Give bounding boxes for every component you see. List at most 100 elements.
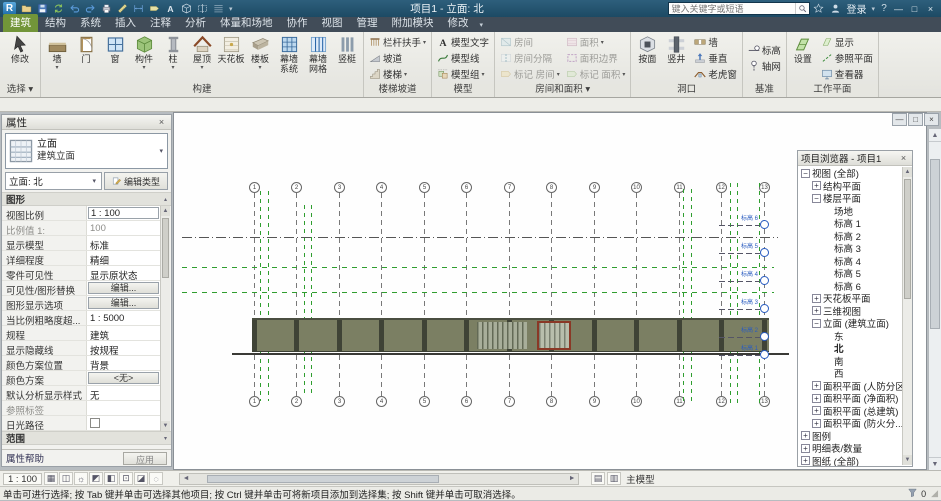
tool-modify[interactable]: 修改 bbox=[2, 33, 38, 83]
shadows-icon[interactable]: ◩ bbox=[89, 472, 103, 485]
tool-stair[interactable]: 楼梯▾ bbox=[366, 66, 429, 82]
grid-line[interactable] bbox=[509, 193, 510, 396]
tree-item[interactable]: −立面 (建筑立面) bbox=[798, 317, 902, 330]
close-button[interactable]: × bbox=[923, 2, 938, 15]
vertical-scroll-thumb[interactable] bbox=[930, 159, 940, 329]
tree-item[interactable]: 场地 bbox=[798, 205, 902, 218]
tree-item[interactable]: +面积平面 (防火分...) bbox=[798, 417, 902, 430]
grid-bubble[interactable]: 7 bbox=[504, 182, 515, 193]
tree-item[interactable]: +图纸 (全部) bbox=[798, 455, 902, 467]
level-label[interactable]: 标高 6 bbox=[716, 216, 758, 223]
tool-level[interactable]: 标高 bbox=[745, 42, 784, 58]
tool-curtain-grid[interactable]: 幕墙 网格 bbox=[304, 33, 332, 83]
grid-bubble[interactable]: 13 bbox=[759, 182, 770, 193]
grid-line[interactable] bbox=[679, 193, 680, 396]
expand-icon[interactable]: + bbox=[801, 456, 810, 465]
browser-scroll-down-icon[interactable]: ▼ bbox=[903, 455, 912, 465]
tree-item[interactable]: +图例 bbox=[798, 430, 902, 443]
star-icon[interactable] bbox=[811, 2, 827, 15]
collapse-icon[interactable]: − bbox=[812, 319, 821, 328]
search-icon[interactable] bbox=[795, 3, 809, 14]
grid-bubble[interactable]: 3 bbox=[334, 182, 345, 193]
resize-grip[interactable]: ◢ bbox=[931, 488, 938, 499]
grid-bubble[interactable]: 1 bbox=[249, 396, 260, 407]
property-parts-visibility-value[interactable]: 显示原状态 bbox=[88, 267, 159, 282]
tool-curtain-system[interactable]: 幕墙 系统 bbox=[275, 33, 303, 83]
grid-bubble[interactable]: 12 bbox=[716, 182, 727, 193]
tree-item[interactable]: +三维视图 bbox=[798, 305, 902, 318]
login-caret-icon[interactable]: ▾ bbox=[870, 5, 878, 13]
tab-insert[interactable]: 插入 bbox=[108, 14, 143, 32]
tool-ramp[interactable]: 坡道 bbox=[366, 50, 429, 66]
grid-bubble[interactable]: 9 bbox=[589, 182, 600, 193]
project-browser-scrollbar[interactable]: ▲ ▼ bbox=[902, 167, 912, 465]
tool-model-group[interactable]: 模型组▾ bbox=[434, 66, 492, 82]
tree-item[interactable]: 南 bbox=[798, 355, 902, 368]
property-hide-at-scales-value[interactable]: 1 : 5000 bbox=[88, 312, 159, 324]
grid-line[interactable] bbox=[721, 193, 722, 396]
grid-line[interactable] bbox=[466, 193, 467, 396]
grid-line[interactable] bbox=[636, 193, 637, 396]
level-head-icon[interactable] bbox=[760, 332, 769, 341]
grid-bubble[interactable]: 6 bbox=[461, 396, 472, 407]
level-head-icon[interactable] bbox=[760, 304, 769, 313]
expand-icon[interactable]: + bbox=[812, 406, 821, 415]
search-input[interactable] bbox=[669, 3, 795, 14]
tree-item[interactable]: +面积平面 (人防分区) bbox=[798, 380, 902, 393]
grid-line[interactable] bbox=[594, 193, 595, 396]
grid-bubble[interactable]: 5 bbox=[419, 182, 430, 193]
collapse-icon[interactable]: − bbox=[812, 194, 821, 203]
level-head-icon[interactable] bbox=[760, 276, 769, 285]
grid-bubble[interactable]: 2 bbox=[291, 396, 302, 407]
tab-modify[interactable]: 修改 bbox=[441, 14, 476, 32]
user-icon[interactable] bbox=[828, 2, 844, 15]
browser-scroll-thumb[interactable] bbox=[904, 179, 911, 299]
tool-model-text[interactable]: A模型文字 bbox=[434, 34, 492, 50]
properties-scrollbar[interactable]: ▲ ▼ bbox=[160, 206, 170, 431]
property-sun-path-checkbox[interactable] bbox=[90, 418, 100, 428]
level-head-icon[interactable] bbox=[760, 350, 769, 359]
level-label[interactable]: 标高 5 bbox=[716, 244, 758, 251]
reveal-hidden-icon[interactable]: ◌ bbox=[149, 472, 163, 485]
temporary-hide-icon[interactable]: ◪ bbox=[134, 472, 148, 485]
reference-plane-line[interactable] bbox=[304, 205, 305, 393]
tool-column[interactable]: 柱▾ bbox=[159, 33, 187, 83]
tree-item[interactable]: +面积平面 (净面积) bbox=[798, 392, 902, 405]
apply-button[interactable]: 应用 bbox=[123, 452, 167, 465]
property-detail-level-value[interactable]: 精细 bbox=[88, 252, 159, 267]
expand-icon[interactable]: + bbox=[812, 419, 821, 428]
grid-bubble[interactable]: 13 bbox=[759, 396, 770, 407]
view-minimize-icon[interactable]: — bbox=[892, 113, 907, 126]
tab-addins[interactable]: 附加模块 bbox=[385, 14, 441, 32]
tool-floor[interactable]: 楼板▾ bbox=[246, 33, 274, 83]
tool-opening-by-face[interactable]: 按面 bbox=[633, 33, 661, 83]
reference-plane-line[interactable] bbox=[268, 191, 269, 401]
selection-filter-icon[interactable] bbox=[907, 487, 918, 501]
collapse-icon[interactable]: − bbox=[801, 169, 810, 178]
edit-type-button[interactable]: 编辑类型 bbox=[104, 172, 168, 190]
property-color-scheme-location-value[interactable]: 背景 bbox=[88, 357, 159, 372]
level-head-icon[interactable] bbox=[760, 220, 769, 229]
grid-bubble[interactable]: 7 bbox=[504, 396, 515, 407]
expand-icon[interactable]: + bbox=[812, 306, 821, 315]
tab-view[interactable]: 视图 bbox=[315, 14, 350, 32]
property-discipline-value[interactable]: 建筑 bbox=[88, 327, 159, 342]
properties-close-icon[interactable]: × bbox=[156, 117, 167, 127]
ribbon-panel-label-opening[interactable]: 洞口 bbox=[631, 84, 742, 97]
tool-tag-area[interactable]: 标记 面积▾ bbox=[563, 66, 629, 82]
section-header-extents[interactable]: 范围▾ bbox=[2, 431, 171, 445]
grid-bubble[interactable]: 5 bbox=[419, 396, 430, 407]
tool-mullion[interactable]: 竖梃 bbox=[333, 33, 361, 83]
tree-item[interactable]: −楼层平面 bbox=[798, 192, 902, 205]
tool-door[interactable]: 门 bbox=[72, 33, 100, 83]
tab-collaborate[interactable]: 协作 bbox=[280, 14, 315, 32]
tab-analyze[interactable]: 分析 bbox=[178, 14, 213, 32]
properties-scroll-thumb[interactable] bbox=[162, 218, 169, 278]
login-button[interactable]: 登录 bbox=[845, 1, 869, 16]
horizontal-scrollbar[interactable]: ◄ ► bbox=[179, 473, 579, 485]
tool-component[interactable]: 构件▾ bbox=[130, 33, 158, 83]
tree-item[interactable]: 标高 4 bbox=[798, 255, 902, 268]
help-icon[interactable]: ? bbox=[878, 3, 890, 14]
level-label[interactable]: 标高 1 bbox=[716, 346, 758, 353]
type-selector[interactable]: 立面 建筑立面 ▾ bbox=[5, 133, 168, 169]
